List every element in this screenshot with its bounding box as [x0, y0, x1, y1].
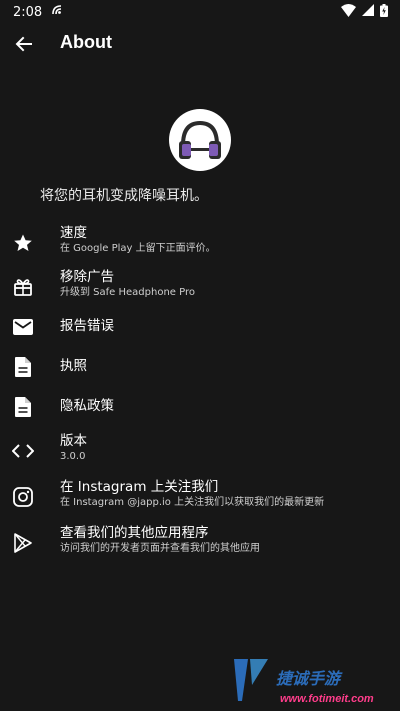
menu-item-license[interactable]: 执照 [0, 346, 400, 390]
menu-item-title: 移除广告 [60, 269, 114, 285]
menu-item-report-bug[interactable]: 报告错误 [0, 306, 400, 350]
menu-item-version[interactable]: 版本 3.0.0 [0, 430, 400, 474]
menu-item-instagram[interactable]: 在 Instagram 上关注我们 在 Instagram @japp.io 上… [0, 476, 400, 520]
menu-item-other-apps[interactable]: 查看我们的其他应用程序 访问我们的开发者页面并查看我们的其他应用 [0, 522, 400, 566]
signal-icon [362, 4, 374, 20]
arrow-left-icon [12, 36, 36, 60]
status-time: 2:08 [13, 4, 43, 20]
app-bar: About [0, 24, 400, 64]
menu-item-privacy-policy[interactable]: 隐私政策 [0, 386, 400, 430]
menu-item-subtitle: 在 Google Play 上留下正面评价。 [60, 243, 216, 254]
document-icon [12, 356, 34, 378]
instagram-icon [12, 486, 34, 508]
app-logo [169, 109, 231, 171]
site-watermark: 捷诚手游 www.fotimeit.com [228, 655, 378, 705]
menu-item-remove-ads[interactable]: 移除广告 升级到 Safe Headphone Pro [0, 266, 400, 310]
menu-item-subtitle: 在 Instagram @japp.io 上关注我们以获取我们的最新更新 [60, 497, 325, 508]
watermark-title: 捷诚手游 [276, 669, 341, 688]
star-icon [12, 232, 34, 254]
menu-item-title: 执照 [60, 358, 87, 374]
menu-item-title: 版本 [60, 433, 87, 449]
document-icon [12, 396, 34, 418]
menu-item-title: 报告错误 [60, 318, 114, 334]
headphones-logo-icon [179, 120, 221, 159]
menu-item-title: 隐私政策 [60, 398, 114, 414]
wifi-icon [341, 3, 356, 21]
battery-icon [380, 3, 388, 21]
menu-item-title: 查看我们的其他应用程序 [60, 525, 209, 541]
menu-item-subtitle: 访问我们的开发者页面并查看我们的其他应用 [60, 543, 260, 554]
code-icon [12, 440, 34, 462]
menu-item-subtitle: 3.0.0 [60, 451, 86, 462]
menu-item-title: 在 Instagram 上关注我们 [60, 479, 219, 495]
gift-icon [12, 276, 34, 298]
menu-item-title: 速度 [60, 225, 87, 241]
back-button[interactable] [12, 32, 36, 56]
nfc-icon [50, 3, 64, 21]
app-tagline: 将您的耳机变成降噪耳机。 [40, 188, 208, 204]
menu-item-rate[interactable]: 速度 在 Google Play 上留下正面评价。 [0, 222, 400, 266]
mail-icon [12, 316, 34, 338]
status-bar: 2:08 [0, 0, 400, 24]
menu-item-subtitle: 升级到 Safe Headphone Pro [60, 287, 195, 298]
watermark-url: www.fotimeit.com [280, 693, 374, 705]
page-title: About [60, 32, 112, 52]
play-store-icon [12, 532, 34, 554]
watermark-logo-icon [234, 659, 268, 701]
